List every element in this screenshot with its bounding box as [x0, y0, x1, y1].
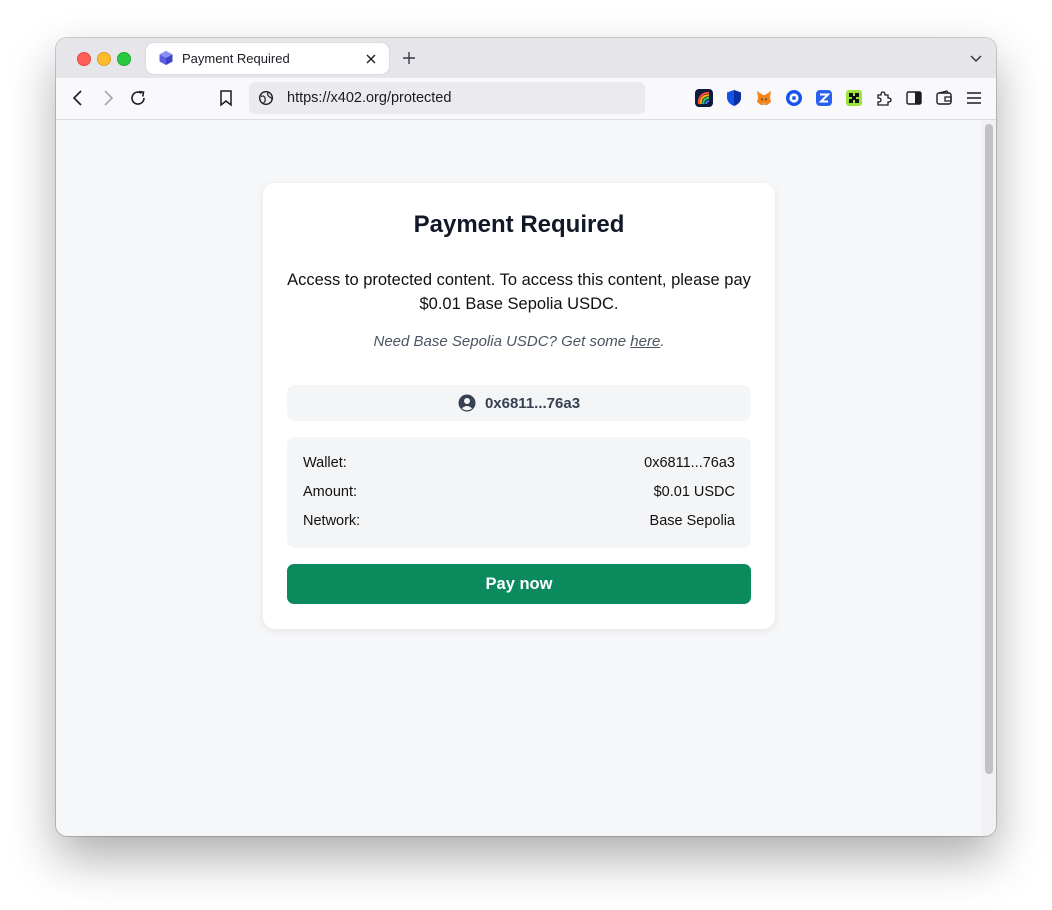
tab-title: Payment Required [182, 51, 290, 66]
detail-value: $0.01 USDC [653, 484, 735, 500]
reload-icon[interactable] [128, 88, 148, 108]
scrollbar-thumb[interactable] [985, 124, 993, 774]
tab-bar: Payment Required [56, 38, 996, 78]
detail-value: 0x6811...76a3 [644, 455, 735, 471]
payment-description: Access to protected content. To access t… [287, 271, 751, 313]
metamask-extension[interactable] [755, 89, 773, 107]
faucet-hint: Need Base Sepolia USDC? Get some here. [263, 333, 775, 350]
detail-row-wallet: Wallet: 0x6811...76a3 [303, 455, 735, 475]
globe-icon [258, 90, 274, 106]
window-minimize-button[interactable] [97, 52, 111, 66]
zerion-extension[interactable] [815, 89, 833, 107]
chevron-down-icon[interactable] [968, 50, 984, 66]
payment-card: Payment Required Access to protected con… [263, 183, 775, 629]
detail-label: Network: [303, 513, 361, 529]
faucet-link[interactable]: here [630, 333, 660, 350]
wallet-address: 0x6811...76a3 [484, 394, 581, 412]
menu-icon[interactable] [965, 89, 983, 107]
tab-payment-required[interactable]: Payment Required [146, 43, 389, 74]
bookmark-icon[interactable] [216, 88, 236, 108]
detail-label: Amount: [303, 484, 357, 500]
rainbow-icon [697, 91, 710, 105]
sidebar-icon[interactable] [905, 89, 923, 107]
phantom-extension[interactable] [845, 89, 863, 107]
url-text[interactable]: https://x402.org/protected [287, 90, 451, 106]
address-bar[interactable]: https://x402.org/protected [249, 82, 645, 114]
user-circle-icon [458, 394, 476, 412]
detail-row-network: Network: Base Sepolia [303, 513, 735, 533]
wallet-pill-content: 0x6811...76a3 [287, 385, 751, 421]
payment-details: Wallet: 0x6811...76a3 Amount: $0.01 USDC… [287, 437, 751, 548]
close-icon[interactable] [362, 50, 380, 68]
shield-extension[interactable] [725, 89, 743, 107]
page-content: Payment Required Access to protected con… [56, 120, 982, 836]
connected-wallet-button[interactable]: 0x6811...76a3 [287, 385, 751, 421]
navigation-toolbar: https://x402.org/protected [56, 78, 996, 120]
window-maximize-button[interactable] [117, 52, 131, 66]
pay-now-button[interactable]: Pay now [287, 564, 751, 604]
window-close-button[interactable] [77, 52, 91, 66]
detail-row-amount: Amount: $0.01 USDC [303, 484, 735, 504]
browser-window: Payment Required https://x402.org/protec… [56, 38, 996, 836]
hint-suffix: . [660, 333, 665, 350]
new-tab-icon[interactable] [400, 49, 418, 67]
detail-value: Base Sepolia [649, 513, 735, 529]
forward-icon[interactable] [98, 88, 118, 108]
page-title: Payment Required [413, 211, 625, 238]
scrollbar[interactable] [982, 120, 996, 836]
puzzle-icon[interactable] [875, 89, 893, 107]
back-icon[interactable] [68, 88, 88, 108]
wallet-icon[interactable] [935, 89, 953, 107]
coinbase-extension[interactable] [785, 89, 803, 107]
detail-label: Wallet: [303, 455, 347, 471]
cube-icon [159, 51, 173, 65]
hint-text: Need Base Sepolia USDC? Get some [373, 333, 631, 350]
rainbow-extension[interactable] [695, 89, 713, 107]
